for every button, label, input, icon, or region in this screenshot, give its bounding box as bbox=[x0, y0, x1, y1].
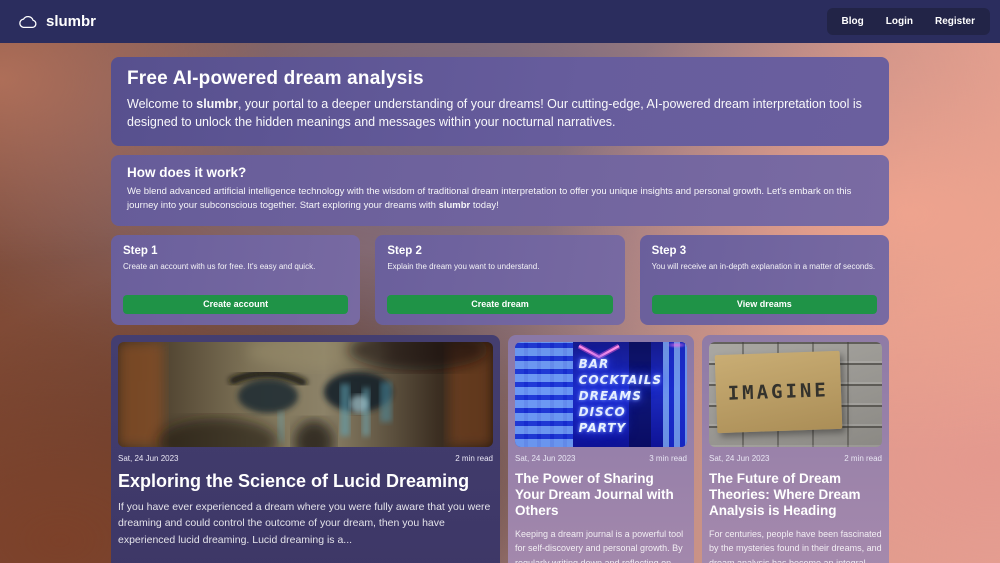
blog-post-card[interactable]: Sat, 24 Jun 2023 2 min read Exploring th… bbox=[111, 335, 500, 563]
brand-mention: slumbr bbox=[196, 97, 238, 111]
step-description: Create an account with us for free. It's… bbox=[123, 261, 348, 273]
blog-post-card[interactable]: BAR COCKTAILS DREAMS DISCO PARTY Sat, 24… bbox=[508, 335, 694, 563]
create-dream-button[interactable]: Create dream bbox=[387, 295, 612, 314]
nav-link-blog[interactable]: Blog bbox=[831, 11, 875, 32]
step-title: Step 2 bbox=[387, 245, 612, 257]
post-read-time: 2 min read bbox=[844, 454, 882, 463]
post-title-link[interactable]: Exploring the Science of Lucid Dreaming bbox=[118, 471, 493, 492]
step-description: You will receive an in-depth explanation… bbox=[652, 261, 877, 273]
view-dreams-button[interactable]: View dreams bbox=[652, 295, 877, 314]
how-it-works-description: We blend advanced artificial intelligenc… bbox=[127, 185, 873, 214]
post-date: Sat, 24 Jun 2023 bbox=[515, 454, 576, 463]
post-date: Sat, 24 Jun 2023 bbox=[118, 454, 179, 463]
nav-link-login[interactable]: Login bbox=[875, 11, 924, 32]
nav-menu: Blog Login Register bbox=[827, 8, 990, 35]
how-it-works-title: How does it work? bbox=[127, 165, 873, 180]
blog-post-card[interactable]: IMAGINE Sat, 24 Jun 2023 2 min read The … bbox=[702, 335, 889, 563]
post-title-link[interactable]: The Power of Sharing Your Dream Journal … bbox=[515, 471, 687, 520]
post-read-time: 2 min read bbox=[455, 454, 493, 463]
blog-posts-row: Sat, 24 Jun 2023 2 min read Exploring th… bbox=[111, 335, 889, 563]
steps-row: Step 1 Create an account with us for fre… bbox=[111, 235, 889, 325]
create-account-button[interactable]: Create account bbox=[123, 295, 348, 314]
navbar: slumbr Blog Login Register bbox=[0, 0, 1000, 43]
neon-led-panel bbox=[515, 342, 573, 447]
post-image-face bbox=[118, 342, 493, 447]
step-card-1: Step 1 Create an account with us for fre… bbox=[111, 235, 360, 325]
hero-description: Welcome to slumbr, your portal to a deep… bbox=[127, 96, 873, 132]
post-meta: Sat, 24 Jun 2023 3 min read bbox=[515, 454, 687, 463]
post-excerpt: For centuries, people have been fascinat… bbox=[709, 527, 882, 563]
step-title: Step 3 bbox=[652, 245, 877, 257]
post-image-neon-sign: BAR COCKTAILS DREAMS DISCO PARTY bbox=[515, 342, 687, 447]
post-title-link[interactable]: The Future of Dream Theories: Where Drea… bbox=[709, 471, 882, 520]
post-excerpt: Keeping a dream journal is a powerful to… bbox=[515, 527, 687, 563]
step-card-3: Step 3 You will receive an in-depth expl… bbox=[640, 235, 889, 325]
main-content: Free AI-powered dream analysis Welcome t… bbox=[111, 57, 889, 563]
cloud-icon bbox=[18, 15, 38, 29]
how-it-works-section: How does it work? We blend advanced arti… bbox=[111, 155, 889, 226]
brand-mention: slumbr bbox=[439, 200, 471, 211]
hero-section: Free AI-powered dream analysis Welcome t… bbox=[111, 57, 889, 146]
step-title: Step 1 bbox=[123, 245, 348, 257]
post-meta: Sat, 24 Jun 2023 2 min read bbox=[118, 454, 493, 463]
post-read-time: 3 min read bbox=[649, 454, 687, 463]
nav-link-register[interactable]: Register bbox=[924, 11, 986, 32]
page-title: Free AI-powered dream analysis bbox=[127, 68, 873, 90]
step-card-2: Step 2 Explain the dream you want to und… bbox=[375, 235, 624, 325]
cardboard-sign: IMAGINE bbox=[715, 351, 842, 433]
post-meta: Sat, 24 Jun 2023 2 min read bbox=[709, 454, 882, 463]
brand-name: slumbr bbox=[46, 13, 96, 30]
brand-logo[interactable]: slumbr bbox=[18, 13, 96, 30]
post-image-imagine-sign: IMAGINE bbox=[709, 342, 882, 447]
sign-text: IMAGINE bbox=[727, 379, 829, 405]
step-description: Explain the dream you want to understand… bbox=[387, 261, 612, 273]
neon-sign-text: BAR COCKTAILS DREAMS DISCO PARTY bbox=[579, 356, 662, 436]
post-date: Sat, 24 Jun 2023 bbox=[709, 454, 770, 463]
post-excerpt: If you have ever experienced a dream whe… bbox=[118, 499, 493, 549]
